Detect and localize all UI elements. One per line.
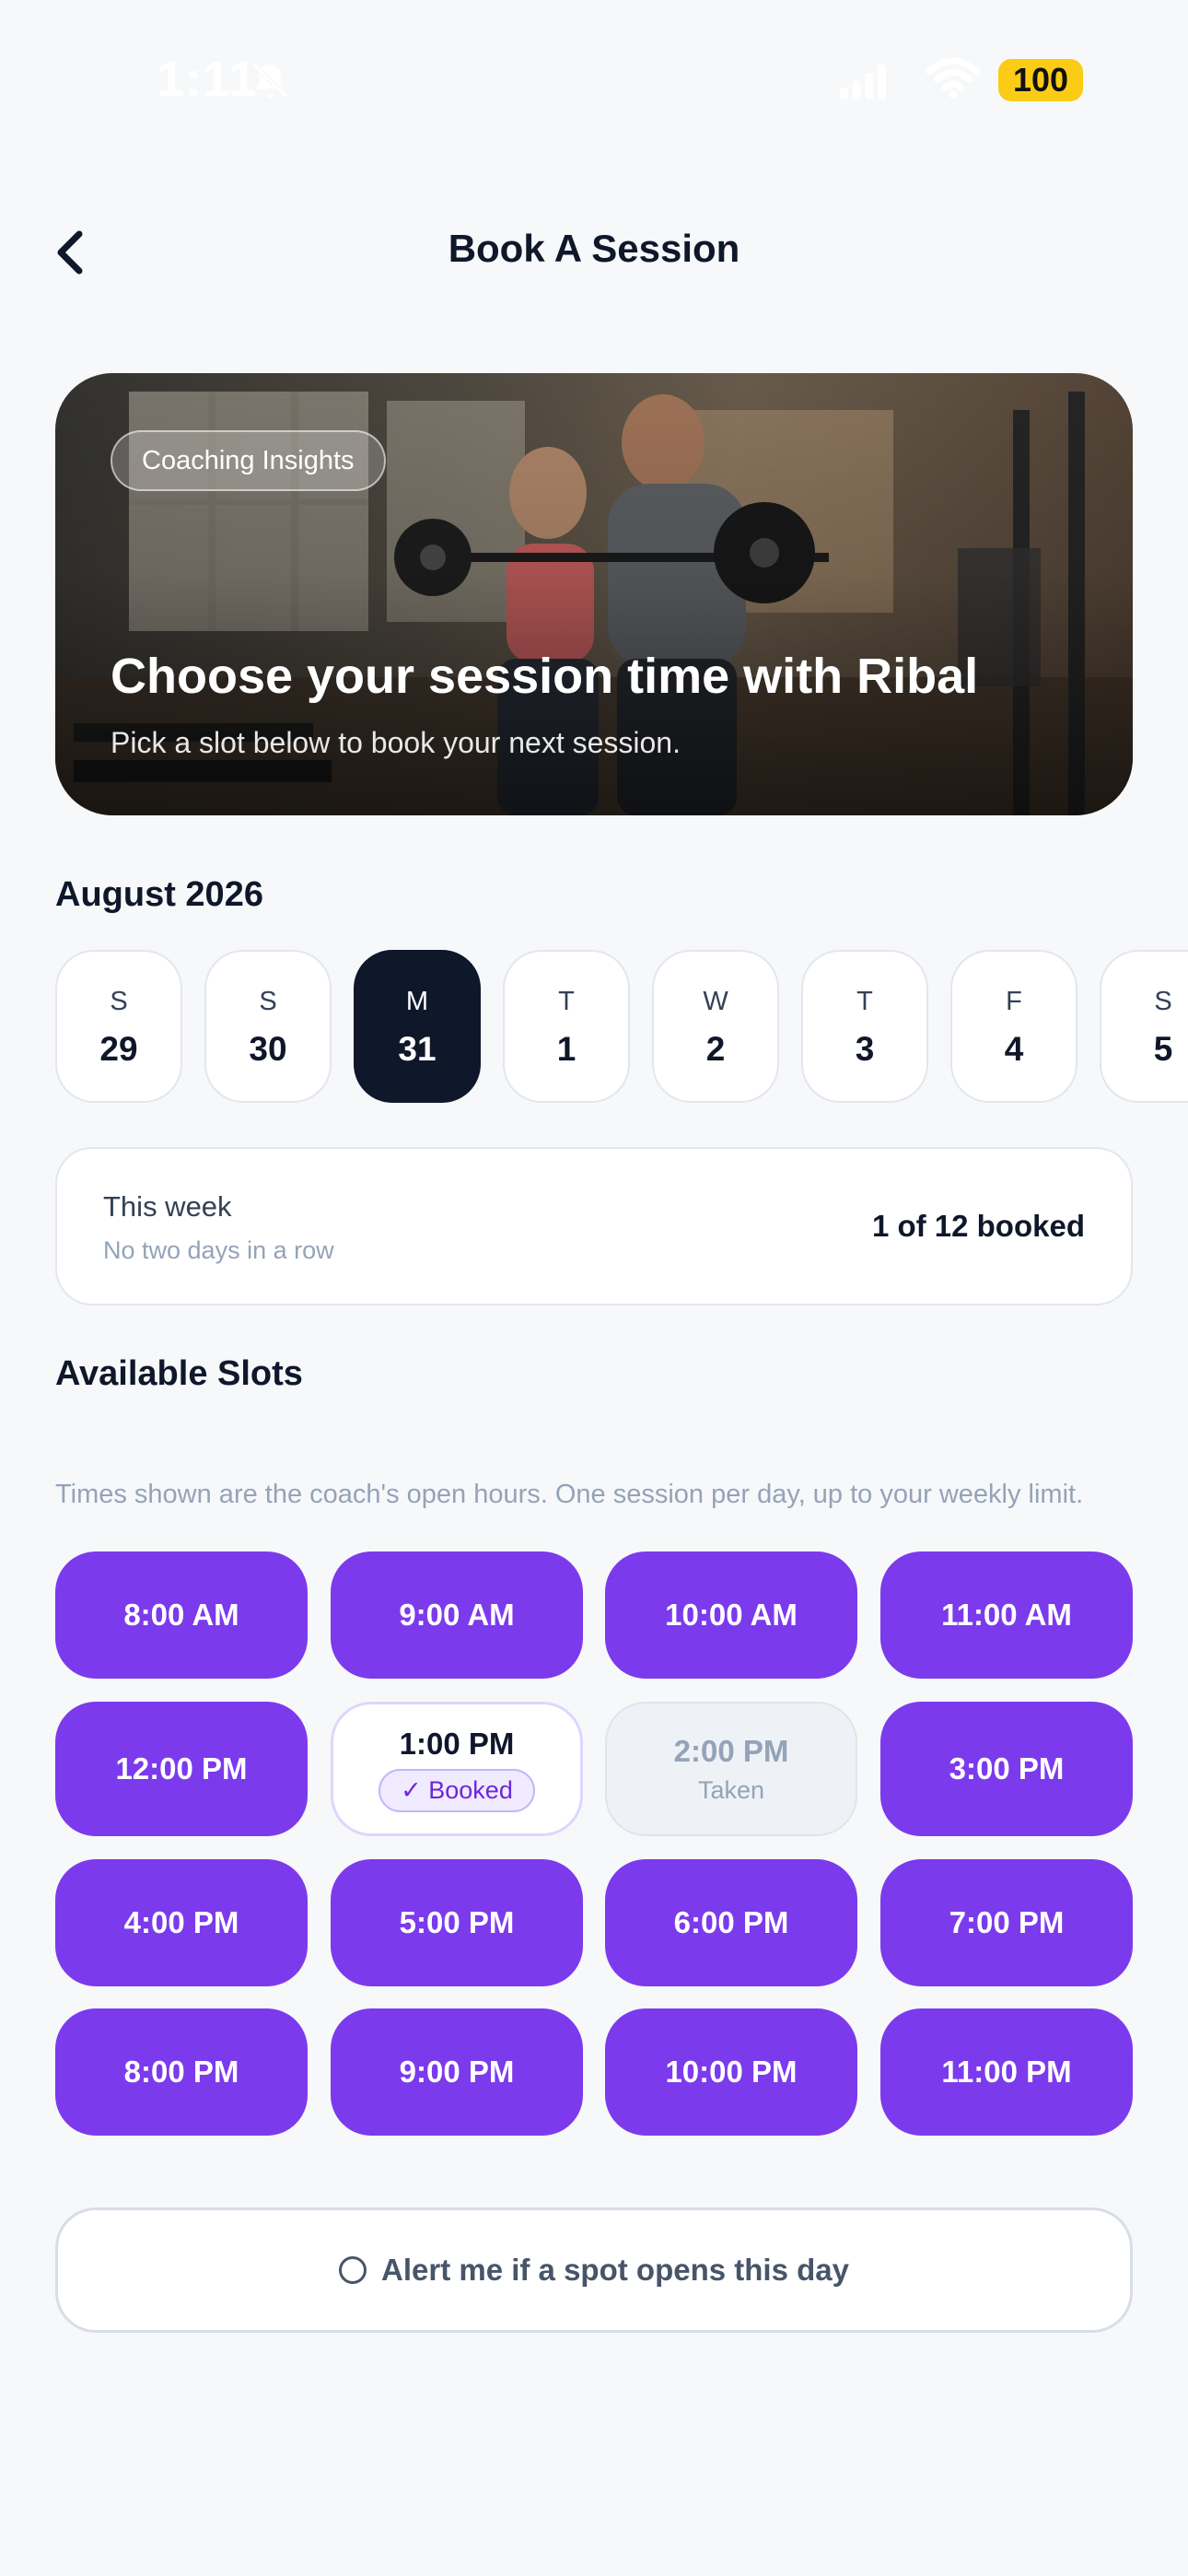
- status-time: 1:11: [157, 52, 258, 107]
- day-of-week: F: [1006, 987, 1022, 1016]
- day-of-week: W: [703, 987, 728, 1016]
- slot-time: 11:00 PM: [941, 2055, 1072, 2089]
- slot-6pm[interactable]: 6:00 PM: [605, 1859, 857, 1986]
- back-chevron-icon[interactable]: [52, 228, 88, 276]
- day-number: 2: [705, 1030, 726, 1068]
- battery-icon: 100: [998, 59, 1083, 101]
- slot-time: 3:00 PM: [949, 1751, 1065, 1786]
- week-summary-card: This week No two days in a row 1 of 12 b…: [55, 1147, 1133, 1306]
- alert-label: Alert me if a spot opens this day: [381, 2253, 849, 2287]
- week-summary-title: This week: [103, 1190, 232, 1223]
- slot-10am[interactable]: 10:00 AM: [605, 1551, 857, 1679]
- slot-4pm[interactable]: 4:00 PM: [55, 1859, 308, 1986]
- slot-8pm[interactable]: 8:00 PM: [55, 2008, 308, 2136]
- day-number: 5: [1153, 1030, 1173, 1068]
- radio-icon[interactable]: [339, 2256, 367, 2284]
- slot-11pm[interactable]: 11:00 PM: [880, 2008, 1133, 2136]
- day-number: 4: [1004, 1030, 1024, 1068]
- day-31-selected[interactable]: M 31: [354, 950, 481, 1103]
- day-number: 30: [249, 1030, 287, 1068]
- battery-tip: [1077, 72, 1083, 88]
- slot-12pm[interactable]: 12:00 PM: [55, 1702, 308, 1836]
- hero-subtitle: Pick a slot below to book your next sess…: [111, 726, 681, 759]
- slots-title: Available Slots: [55, 1354, 303, 1393]
- bell-off-icon: [251, 62, 288, 99]
- slot-2pm-taken: 2:00 PM Taken: [605, 1702, 857, 1836]
- date-strip[interactable]: S 29 S 30 M 31 T 1 W 2 T 3 F 4 S 5: [55, 950, 1188, 1103]
- day-29[interactable]: S 29: [55, 950, 182, 1103]
- slot-time: 12:00 PM: [115, 1751, 248, 1786]
- month-label: August 2026: [55, 875, 263, 914]
- hero-badge: Coaching Insights: [111, 430, 386, 491]
- taken-label: Taken: [697, 1775, 765, 1804]
- booked-badge: ✓ Booked: [379, 1768, 535, 1812]
- slot-time: 1:00 PM: [399, 1726, 515, 1761]
- day-of-week: S: [259, 987, 277, 1016]
- status-bar: 1:11 100: [0, 0, 1188, 157]
- slot-time: 5:00 PM: [399, 1905, 515, 1939]
- slot-time: 9:00 AM: [399, 1598, 515, 1632]
- slot-3pm[interactable]: 3:00 PM: [880, 1702, 1133, 1836]
- week-summary-subtitle: No two days in a row: [103, 1236, 334, 1264]
- day-of-week: T: [856, 987, 873, 1016]
- slot-9am[interactable]: 9:00 AM: [331, 1551, 583, 1679]
- hero-title: Choose your session time with Ribal: [111, 649, 979, 704]
- day-4[interactable]: F 4: [950, 950, 1077, 1103]
- slot-time: 7:00 PM: [949, 1905, 1065, 1939]
- slot-10pm[interactable]: 10:00 PM: [605, 2008, 857, 2136]
- slot-5pm[interactable]: 5:00 PM: [331, 1859, 583, 1986]
- alert-toggle-button[interactable]: Alert me if a spot opens this day: [55, 2207, 1133, 2333]
- day-3[interactable]: T 3: [801, 950, 928, 1103]
- day-5[interactable]: S 5: [1100, 950, 1188, 1103]
- booked-count: 1 of 12 booked: [871, 1209, 1085, 1243]
- day-of-week: S: [110, 987, 128, 1016]
- slot-time: 6:00 PM: [673, 1905, 789, 1939]
- day-30[interactable]: S 30: [204, 950, 332, 1103]
- slot-time: 10:00 AM: [665, 1598, 798, 1632]
- slot-time: 9:00 PM: [399, 2055, 515, 2089]
- day-2[interactable]: W 2: [652, 950, 779, 1103]
- slot-7pm[interactable]: 7:00 PM: [880, 1859, 1133, 1986]
- day-of-week: M: [405, 987, 429, 1016]
- day-number: 1: [556, 1030, 577, 1068]
- day-number: 3: [855, 1030, 875, 1068]
- slot-1pm-booked[interactable]: 1:00 PM ✓ Booked: [331, 1702, 583, 1836]
- slot-8am[interactable]: 8:00 AM: [55, 1551, 308, 1679]
- slot-time: 8:00 AM: [123, 1598, 239, 1632]
- signal-icon: [840, 64, 886, 100]
- slot-time: 10:00 PM: [665, 2055, 798, 2089]
- hero-banner: Coaching Insights Choose your session ti…: [55, 373, 1133, 815]
- slot-time: 4:00 PM: [123, 1905, 239, 1939]
- slot-11am[interactable]: 11:00 AM: [880, 1551, 1133, 1679]
- day-of-week: T: [558, 987, 575, 1016]
- day-number: 29: [99, 1030, 138, 1068]
- slot-time: 8:00 PM: [123, 2055, 239, 2089]
- day-number: 31: [398, 1030, 437, 1068]
- page-title: Book A Session: [448, 227, 740, 270]
- wifi-icon: [926, 57, 980, 99]
- slot-time: 2:00 PM: [673, 1733, 789, 1768]
- slot-time: 11:00 AM: [941, 1598, 1072, 1632]
- day-1[interactable]: T 1: [503, 950, 630, 1103]
- slot-9pm[interactable]: 9:00 PM: [331, 2008, 583, 2136]
- slots-note: Times shown are the coach's open hours. …: [55, 1480, 1084, 1509]
- day-of-week: S: [1154, 987, 1172, 1016]
